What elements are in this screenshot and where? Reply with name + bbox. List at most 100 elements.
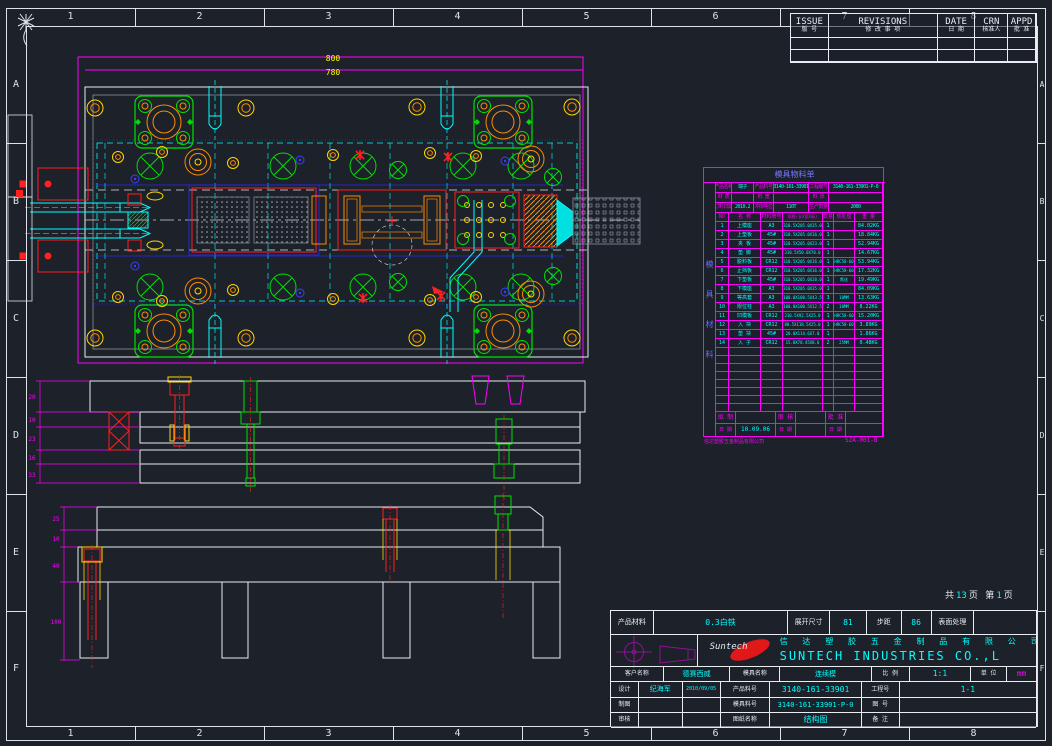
bom-cell: 1 <box>823 231 834 240</box>
page-counter: 共13页 第1页 <box>944 588 1014 601</box>
footer-value <box>736 412 776 424</box>
header-cn: 版 号 <box>802 27 818 33</box>
field-label: 产品材料 <box>611 611 654 635</box>
zone-tick <box>6 260 26 261</box>
design-date: 2010/09/05 <box>683 682 721 698</box>
bom-cell <box>729 380 761 388</box>
field-value: 0.3白铁 <box>654 611 788 635</box>
field-label: 图纸名称 <box>721 713 771 728</box>
bom-cell: A3 <box>761 294 783 303</box>
header-cn: 核准人 <box>982 27 1000 33</box>
bom-info-row: 订料日期2010.2冲床吨位110T生产数量2000 <box>716 203 883 213</box>
bom-empty-row <box>716 380 883 388</box>
bom-cell: CR12 <box>761 267 783 276</box>
designer-name: 纪海军 <box>639 682 683 698</box>
bom-cell: 3 <box>716 240 729 249</box>
info-label: 工程编号 <box>809 183 829 193</box>
footer-label: 审 核 <box>776 412 796 424</box>
bom-side-label: 模具材料 <box>704 183 716 437</box>
bom-cell: CR12 <box>761 339 783 348</box>
info-label: 订料日期 <box>716 203 732 213</box>
bom-cell <box>855 348 883 356</box>
bom-cell: A3 <box>761 222 783 231</box>
zone-col-label: 4 <box>454 12 460 22</box>
zone-col-label: 2 <box>196 12 202 22</box>
revisions-header: DATE日 期 <box>938 14 976 38</box>
bom-cell: 1 <box>716 222 729 231</box>
zone-tick <box>780 8 781 26</box>
bom-cell: 1 <box>823 321 834 330</box>
bom-empty-row <box>716 372 883 380</box>
bom-cell: 45# <box>761 240 783 249</box>
zone-col-label: 6 <box>712 729 718 739</box>
bom-cell <box>729 356 761 364</box>
bom-empty-row <box>716 404 883 412</box>
bom-colhead: 名 称 <box>729 213 761 222</box>
info-value: 2000 <box>829 203 883 213</box>
mold-name: 连续模 <box>780 667 872 682</box>
footer-label: 日 期 <box>776 424 796 437</box>
bom-row: 8下模座A3310.5X205.0X35.0184.09KG <box>716 285 883 294</box>
bom-cell <box>783 364 823 372</box>
bom-cell: 2 <box>716 231 729 240</box>
zone-tick <box>264 727 265 741</box>
bom-cell <box>761 380 783 388</box>
bom-cell <box>834 231 855 240</box>
footer-label: 日 期 <box>716 424 736 437</box>
bom-cell: 45# <box>761 276 783 285</box>
zone-row-label: C <box>1040 314 1045 324</box>
bom-cell <box>783 388 823 396</box>
bom-cell <box>834 356 855 364</box>
info-label: 料 厚 <box>809 193 829 203</box>
bom-colhead-row: NO名 称材料牌号规格(长X宽X高)数量热处理重 量 <box>716 213 883 222</box>
bom-cell <box>834 222 855 231</box>
info-value: 110T <box>774 203 809 213</box>
bom-empty-row <box>716 388 883 396</box>
bom-colhead: 热处理 <box>834 213 855 222</box>
bom-cell <box>716 372 729 380</box>
bom-cell <box>716 396 729 404</box>
zone-tick <box>264 8 265 26</box>
info-label: 生产数量 <box>809 203 829 213</box>
bom-cell: 17.32KG <box>855 267 883 276</box>
zone-tick <box>651 727 652 741</box>
bom-cell: 夹 板 <box>729 240 761 249</box>
zone-row-label: C <box>13 314 19 324</box>
field-label: 展开尺寸 <box>788 611 830 635</box>
bom-empty-row <box>716 348 883 356</box>
info-value: 3140-161-33901 <box>774 183 809 193</box>
zone-tick <box>1038 494 1046 495</box>
bom-cell: 限位柱 <box>729 303 761 312</box>
field-value: 81 <box>830 611 867 635</box>
revisions-cell <box>975 38 1008 50</box>
bom-cell <box>855 364 883 372</box>
footer-date: 10.09.06 <box>736 424 776 437</box>
bom-cell <box>823 356 834 364</box>
bom-cell: 45# <box>761 249 783 258</box>
bom-cell: 310.5X50.0X70.0 <box>783 249 823 258</box>
company-name-en: SUNTECH INDUSTRIES CO.,L <box>780 650 1001 662</box>
bom-cell: 1 <box>823 258 834 267</box>
bom-cell <box>834 249 855 258</box>
zone-col-label: 8 <box>970 729 976 739</box>
field-label: 表面处理 <box>932 611 975 635</box>
bom-cell: 下垫板 <box>729 276 761 285</box>
bom-cell: 1 <box>823 240 834 249</box>
bom-cell <box>783 372 823 380</box>
bom-cell: 310.5X205.0X16.0 <box>783 258 823 267</box>
bom-cell: 等高套 <box>729 294 761 303</box>
bom-cell <box>834 404 855 412</box>
bom-form-left: 信达塑胶五金制品有限公司 <box>704 438 764 445</box>
zone-row-label: B <box>1040 197 1045 207</box>
bom-cell <box>761 388 783 396</box>
bom-cell: 14.67KG <box>855 249 883 258</box>
zone-tick <box>6 494 26 495</box>
bom-cell: 上垫板 <box>729 231 761 240</box>
bom-cell <box>729 396 761 404</box>
bom-row: 7下垫板45#310.5X205.0X20.01氮化19.49KG <box>716 276 883 285</box>
bom-body: 模具材料产品名称端子产品料号3140-161-33901工程编号3140-161… <box>704 183 883 437</box>
field-label: 步距 <box>867 611 902 635</box>
info-value: 3140-161-33901-P-0 <box>829 183 883 193</box>
footer-date <box>796 424 826 437</box>
zone-tick <box>1038 143 1046 144</box>
